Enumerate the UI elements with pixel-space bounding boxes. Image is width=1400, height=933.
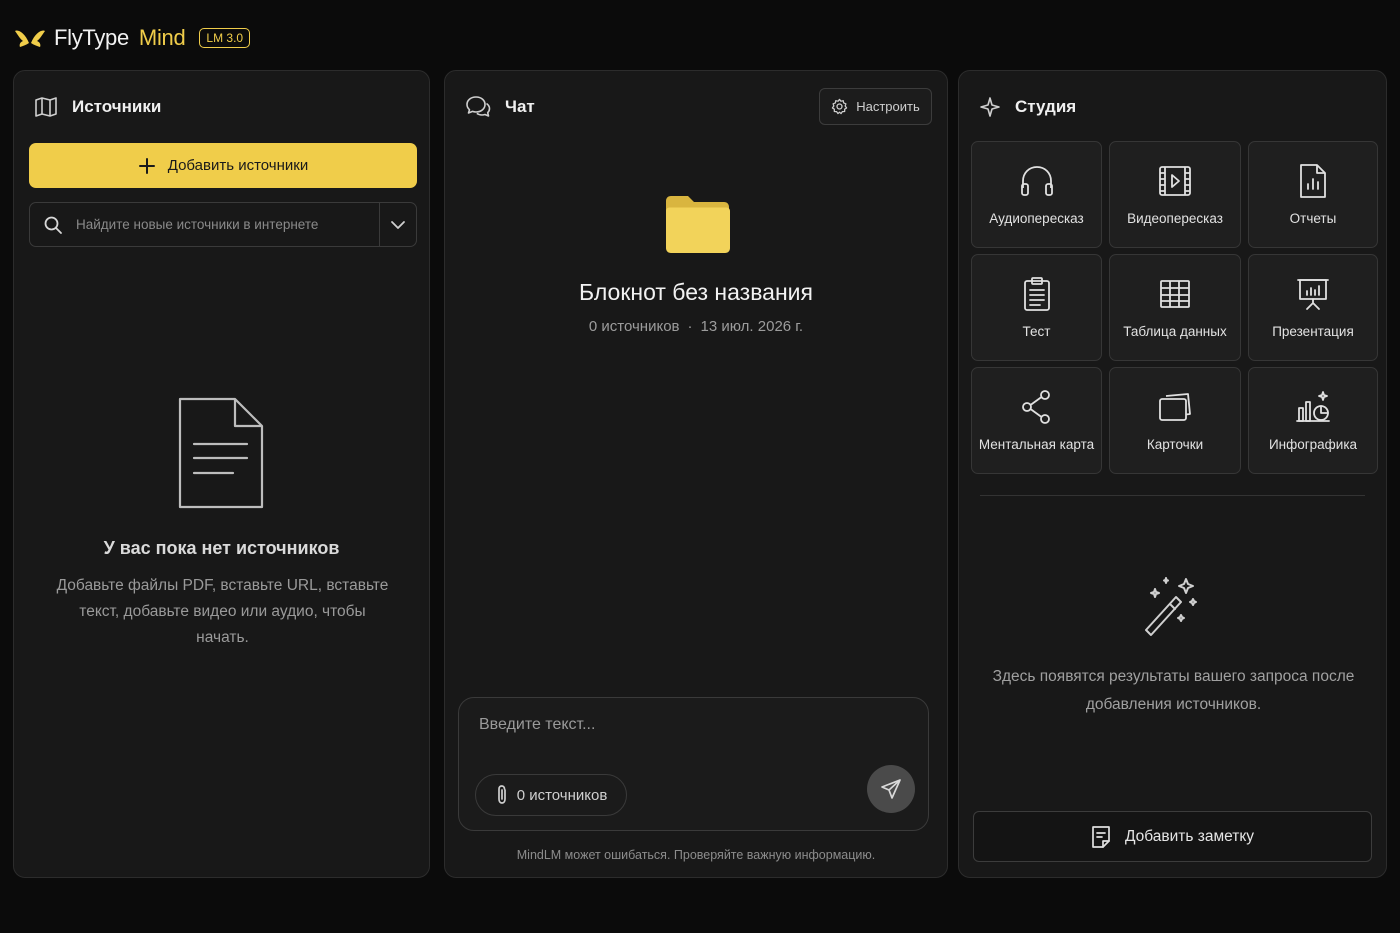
empty-sources-description: Добавьте файлы PDF, вставьте URL, вставь…: [56, 577, 389, 646]
studio-empty-message: Здесь появятся результаты вашего запроса…: [992, 668, 1355, 713]
configure-button[interactable]: Настроить: [819, 88, 932, 125]
studio-divider: [980, 495, 1365, 496]
magic-wand-icon: [1141, 575, 1203, 637]
meta-separator: ·: [687, 318, 693, 335]
disclaimer: MindLM может ошибаться. Проверяйте важну…: [516, 848, 876, 862]
sources-chip-label: 0 источников: [516, 786, 608, 804]
chat-panel: Чат Настроить Блокнот без названия 0 ист…: [444, 70, 948, 878]
add-sources-label: Добавить источники: [167, 157, 309, 174]
tile-label: Карточки: [1146, 437, 1204, 452]
sources-title: Источники: [72, 97, 162, 116]
tile-label: Презентация: [1272, 324, 1354, 339]
tile-quiz[interactable]: Тест: [971, 254, 1102, 361]
add-note-button[interactable]: Добавить заметку: [973, 811, 1372, 862]
tile-infographic[interactable]: Инфографика: [1248, 367, 1378, 474]
configure-label: Настроить: [856, 99, 920, 114]
chat-bubbles-icon: [465, 95, 491, 119]
sources-panel: Источники Добавить источники Найдите нов…: [13, 70, 430, 878]
send-button[interactable]: [867, 765, 915, 813]
tile-mind-map[interactable]: Ментальная карта: [971, 367, 1102, 474]
tile-label: Видеопересказ: [1127, 211, 1223, 226]
tile-data-table[interactable]: Таблица данных: [1109, 254, 1241, 361]
sources-chip[interactable]: 0 источников: [475, 774, 627, 816]
tile-label: Тест: [1022, 324, 1051, 339]
tile-label: Ментальная карта: [978, 437, 1095, 452]
sparkle-icon: [979, 96, 1001, 118]
table-icon: [1158, 276, 1192, 312]
notebook-meta: 0 источников · 13 июл. 2026 г.: [445, 318, 947, 335]
film-icon: [1157, 163, 1193, 199]
book-open-icon: [34, 96, 58, 118]
document-icon: [177, 396, 265, 510]
chat-composer: 0 источников: [458, 697, 929, 831]
share-nodes-icon: [1020, 389, 1054, 425]
butterfly-logo-icon: [14, 27, 46, 49]
tile-label: Отчеты: [1289, 211, 1337, 226]
search-mode-dropdown[interactable]: [379, 203, 416, 246]
tile-flashcards[interactable]: Карточки: [1109, 367, 1241, 474]
studio-panel: Студия Аудиопересказ Видеопересказ Отчет…: [958, 70, 1387, 878]
web-search-input[interactable]: [76, 217, 379, 232]
chat-input[interactable]: [479, 716, 899, 756]
notebook-date: 13 июл. 2026 г.: [700, 318, 804, 335]
source-count: 0 источников: [588, 318, 680, 335]
presentation-icon: [1296, 276, 1330, 312]
notebook-title[interactable]: Блокнот без названия: [445, 279, 947, 306]
empty-sources-title: У вас пока нет источников: [103, 538, 340, 558]
sources-header: Источники: [34, 95, 161, 119]
clipboard-icon: [1022, 276, 1052, 312]
brand-header: FlyType Mind LM 3.0: [14, 22, 251, 54]
tile-label: Инфографика: [1268, 437, 1358, 452]
chat-title: Чат: [505, 97, 535, 116]
chat-header: Чат: [465, 95, 535, 119]
brand-sub: Mind: [138, 25, 186, 50]
paperclip-icon: [495, 784, 509, 806]
brand-name: FlyType: [54, 25, 129, 50]
headphones-icon: [1019, 163, 1055, 199]
web-search-box: [29, 202, 417, 247]
note-icon: [1091, 825, 1111, 849]
version-badge: LM 3.0: [199, 28, 251, 48]
gear-icon: [831, 98, 848, 115]
report-icon: [1298, 163, 1328, 199]
tile-presentation[interactable]: Презентация: [1248, 254, 1378, 361]
tile-reports[interactable]: Отчеты: [1248, 141, 1378, 248]
chevron-down-icon: [390, 220, 406, 230]
tile-audio-overview[interactable]: Аудиопересказ: [971, 141, 1102, 248]
add-sources-button[interactable]: Добавить источники: [29, 143, 417, 188]
tile-video-overview[interactable]: Видеопересказ: [1109, 141, 1241, 248]
studio-header: Студия: [979, 95, 1076, 119]
plus-icon: [138, 157, 156, 175]
infographic-icon: [1295, 389, 1331, 425]
search-icon: [30, 215, 76, 235]
studio-tools-grid: Аудиопересказ Видеопересказ Отчеты Тест …: [971, 141, 1378, 474]
tile-label: Таблица данных: [1123, 324, 1227, 339]
add-note-label: Добавить заметку: [1124, 827, 1255, 845]
cards-icon: [1157, 389, 1193, 425]
send-icon: [880, 778, 902, 800]
studio-title: Студия: [1015, 97, 1077, 116]
tile-label: Аудиопересказ: [989, 211, 1084, 226]
folder-icon: [664, 193, 732, 255]
